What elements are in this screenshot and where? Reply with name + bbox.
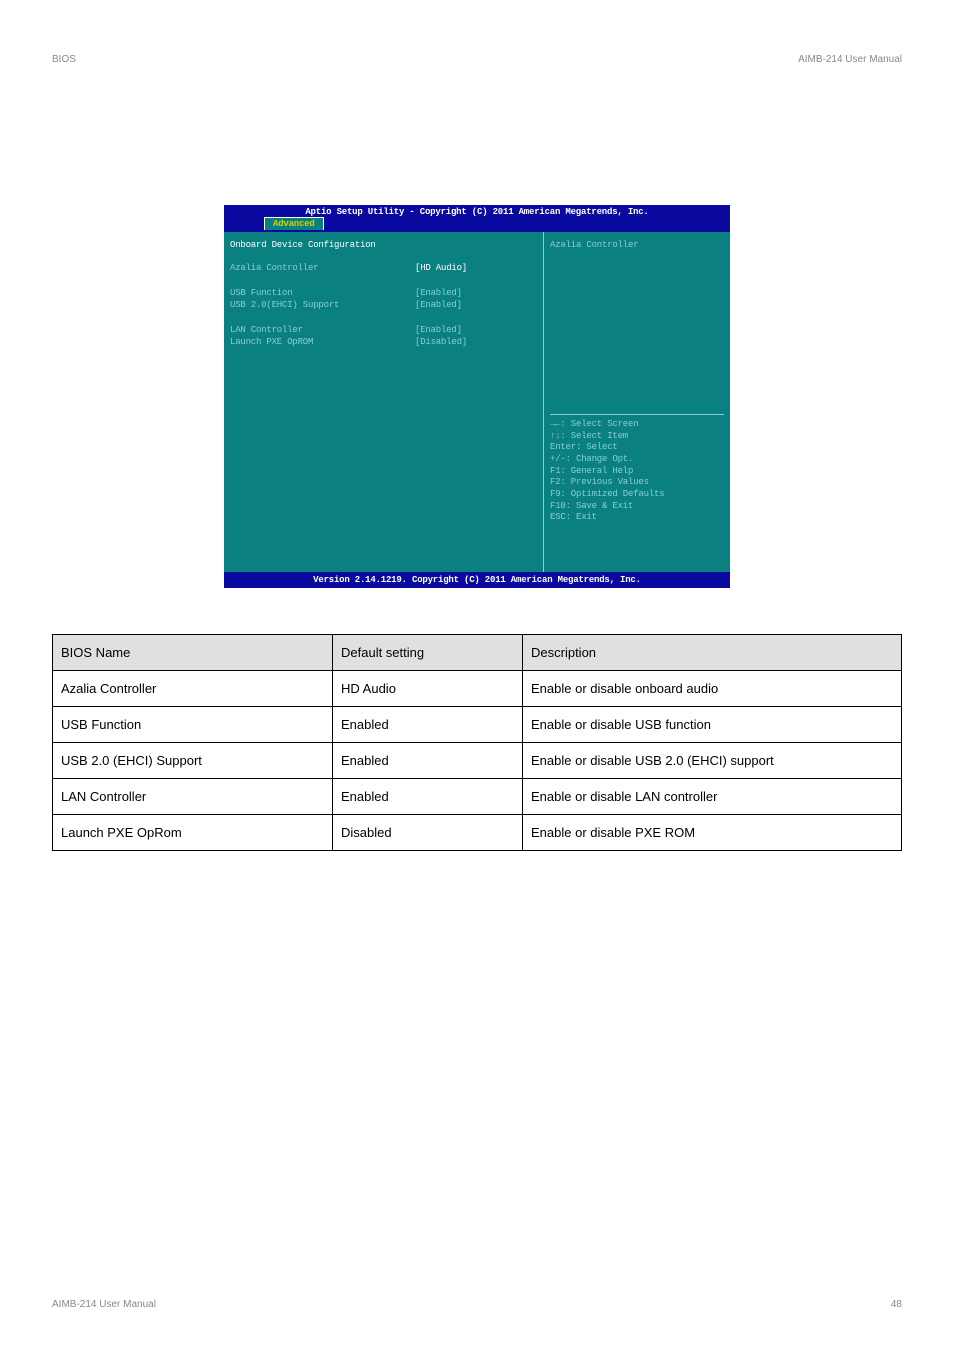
td-desc: Enable or disable USB 2.0 (EHCI) support: [523, 743, 902, 779]
td-name: Launch PXE OpRom: [53, 815, 333, 851]
td-name: LAN Controller: [53, 779, 333, 815]
table-row: LAN ControllerEnabledEnable or disable L…: [53, 779, 902, 815]
config-table: BIOS Name Default setting Description Az…: [52, 634, 902, 851]
th-desc: Description: [523, 635, 902, 671]
bios-setting-value: [HD Audio]: [415, 262, 537, 275]
td-name: USB 2.0 (EHCI) Support: [53, 743, 333, 779]
tab-advanced[interactable]: Advanced: [264, 217, 324, 230]
bios-setting-row[interactable]: Azalia Controller[HD Audio]: [230, 262, 537, 275]
bios-tab-row: Advanced: [224, 217, 730, 232]
td-default: Enabled: [333, 707, 523, 743]
td-name: USB Function: [53, 707, 333, 743]
bios-setting-row[interactable]: Launch PXE OpROM[Disabled]: [230, 336, 537, 349]
table-row: USB 2.0 (EHCI) SupportEnabledEnable or d…: [53, 743, 902, 779]
bios-title-bar: Aptio Setup Utility - Copyright (C) 2011…: [224, 205, 730, 217]
td-default: HD Audio: [333, 671, 523, 707]
th-name: BIOS Name: [53, 635, 333, 671]
footer-right: 48: [891, 1299, 902, 1310]
bios-setting-value: [Enabled]: [415, 299, 537, 312]
td-default: Enabled: [333, 779, 523, 815]
bios-gap: [230, 275, 537, 287]
bios-setting-label: Azalia Controller: [230, 262, 415, 275]
bios-setting-label: LAN Controller: [230, 324, 415, 337]
bios-setting-label: Launch PXE OpROM: [230, 336, 415, 349]
bios-help-title: Azalia Controller: [550, 240, 724, 410]
bios-screenshot: Aptio Setup Utility - Copyright (C) 2011…: [224, 205, 730, 595]
page-footer: AIMB-214 User Manual 48: [52, 1299, 902, 1310]
td-default: Disabled: [333, 815, 523, 851]
table-header-row: BIOS Name Default setting Description: [53, 635, 902, 671]
bios-main-area: Onboard Device Configuration Azalia Cont…: [224, 232, 730, 572]
bios-setting-row[interactable]: LAN Controller[Enabled]: [230, 324, 537, 337]
header-right: AIMB-214 User Manual: [798, 54, 902, 65]
bios-help-keys: →←: Select Screen ↑↓: Select Item Enter:…: [550, 419, 724, 564]
td-desc: Enable or disable LAN controller: [523, 779, 902, 815]
bios-left-pane: Onboard Device Configuration Azalia Cont…: [224, 232, 544, 572]
header-left: BIOS: [52, 54, 76, 65]
table-row: Azalia ControllerHD AudioEnable or disab…: [53, 671, 902, 707]
td-desc: Enable or disable onboard audio: [523, 671, 902, 707]
bios-gap: [230, 312, 537, 324]
bios-setting-label: USB Function: [230, 287, 415, 300]
bios-divider: [550, 414, 724, 415]
table-row: Launch PXE OpRomDisabledEnable or disabl…: [53, 815, 902, 851]
bios-setting-value: [Disabled]: [415, 336, 537, 349]
th-default: Default setting: [333, 635, 523, 671]
bios-setting-label: USB 2.0(EHCI) Support: [230, 299, 415, 312]
td-name: Azalia Controller: [53, 671, 333, 707]
bios-setting-row[interactable]: USB 2.0(EHCI) Support[Enabled]: [230, 299, 537, 312]
bios-footer: Version 2.14.1219. Copyright (C) 2011 Am…: [224, 572, 730, 588]
table-row: USB FunctionEnabledEnable or disable USB…: [53, 707, 902, 743]
td-desc: Enable or disable USB function: [523, 707, 902, 743]
bios-section-title: Onboard Device Configuration: [230, 240, 537, 250]
bios-setting-row[interactable]: USB Function[Enabled]: [230, 287, 537, 300]
bios-right-pane: Azalia Controller →←: Select Screen ↑↓: …: [544, 232, 730, 572]
footer-left: AIMB-214 User Manual: [52, 1299, 156, 1310]
page-header: BIOS AIMB-214 User Manual: [52, 54, 902, 65]
td-desc: Enable or disable PXE ROM: [523, 815, 902, 851]
td-default: Enabled: [333, 743, 523, 779]
bios-setting-value: [Enabled]: [415, 324, 537, 337]
bios-setting-value: [Enabled]: [415, 287, 537, 300]
